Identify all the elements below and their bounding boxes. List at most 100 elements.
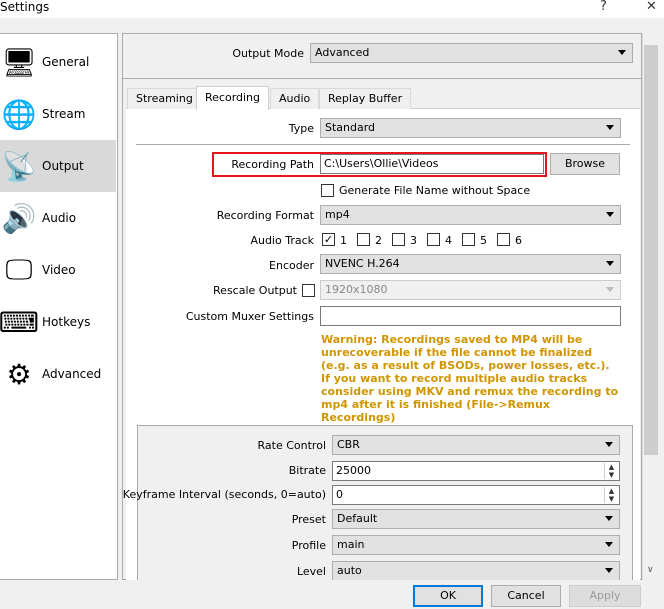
- output-mode-label: Output Mode: [232, 47, 304, 60]
- chevron-down-icon: [606, 212, 614, 217]
- chevron-down-icon: [606, 125, 614, 130]
- audio-track-number: 2: [375, 234, 382, 247]
- tab-recording[interactable]: Recording: [196, 86, 270, 110]
- bitrate-label: Bitrate: [288, 464, 326, 477]
- sidebar-item-output[interactable]: 📡 Output: [0, 140, 116, 192]
- gears-icon: ⚙: [6, 357, 32, 391]
- rate-control-label: Rate Control: [257, 439, 326, 452]
- keyframe-interval-input[interactable]: 0 ▲ ▼: [332, 485, 620, 505]
- tab-streaming[interactable]: Streaming: [127, 88, 202, 109]
- cancel-button[interactable]: Cancel: [491, 585, 561, 607]
- profile-value: main: [337, 538, 365, 551]
- rate-control-value: CBR: [337, 438, 360, 451]
- type-label: Type: [288, 122, 314, 135]
- generate-filename-checkbox[interactable]: [321, 184, 334, 197]
- recording-format-label: Recording Format: [216, 209, 314, 222]
- browse-button[interactable]: Browse: [550, 153, 620, 175]
- sidebar-item-video[interactable]: 🖵 Video: [0, 244, 116, 296]
- sidebar-item-label: Hotkeys: [42, 315, 91, 329]
- audio-track-5-checkbox[interactable]: [462, 233, 475, 246]
- level-select[interactable]: auto: [332, 561, 620, 581]
- audio-track-1-checkbox[interactable]: ✓: [322, 233, 335, 246]
- output-mode-select[interactable]: Advanced: [310, 43, 633, 63]
- audio-track-label: Audio Track: [250, 234, 314, 247]
- rate-control-select[interactable]: CBR: [332, 435, 620, 455]
- encoder-select[interactable]: NVENC H.264: [320, 254, 621, 274]
- sidebar-item-label: Advanced: [42, 367, 102, 381]
- audio-track-number: 5: [480, 234, 487, 247]
- audio-track-number: 6: [515, 234, 522, 247]
- globe-icon: 🌐: [1, 97, 37, 131]
- speaker-icon: 🔊: [1, 201, 37, 235]
- preset-select[interactable]: Default: [332, 509, 620, 529]
- title-bar: [0, 0, 664, 18]
- output-mode-value: Advanced: [315, 46, 370, 59]
- keyframe-value: 0: [336, 488, 343, 501]
- level-value: auto: [337, 564, 362, 577]
- encoder-label: Encoder: [269, 259, 314, 272]
- spinner-arrows-icon[interactable]: ▲ ▼: [604, 487, 618, 503]
- rescale-value: 1920x1080: [325, 283, 388, 296]
- sidebar-item-advanced[interactable]: ⚙ Advanced: [0, 348, 116, 400]
- audio-track-2-checkbox[interactable]: [357, 233, 370, 246]
- sidebar-item-label: Stream: [42, 107, 86, 121]
- rescale-output-checkbox[interactable]: [302, 284, 315, 297]
- audio-track-6-checkbox[interactable]: [497, 233, 510, 246]
- recording-format-value: mp4: [325, 208, 350, 221]
- encoder-value: NVENC H.264: [325, 257, 400, 270]
- monitor-icon: 🖵: [5, 253, 33, 286]
- sidebar-item-hotkeys[interactable]: ⌨ Hotkeys: [0, 296, 116, 348]
- divider: [123, 78, 641, 79]
- apply-button[interactable]: Apply: [569, 585, 641, 607]
- tab-replay-buffer[interactable]: Replay Buffer: [319, 88, 412, 109]
- type-value: Standard: [325, 121, 376, 134]
- type-select[interactable]: Standard: [320, 118, 621, 138]
- sidebar-item-label: Video: [42, 263, 76, 277]
- help-button[interactable]: ?: [600, 0, 607, 14]
- broadcast-icon: 📡: [1, 149, 37, 183]
- chevron-down-icon: [605, 442, 613, 447]
- keyboard-icon: ⌨: [0, 305, 40, 339]
- divider: [136, 144, 630, 145]
- spinner-arrows-icon[interactable]: ▲ ▼: [604, 463, 618, 479]
- sidebar-item-label: Audio: [42, 211, 77, 225]
- audio-track-3-checkbox[interactable]: [392, 233, 405, 246]
- bitrate-input[interactable]: 25000 ▲ ▼: [332, 461, 620, 481]
- sidebar-item-general[interactable]: 🖥 General: [0, 36, 116, 88]
- audio-track-4-checkbox[interactable]: [427, 233, 440, 246]
- audio-track-number: 4: [445, 234, 452, 247]
- profile-label: Profile: [291, 539, 326, 552]
- scroll-down-icon[interactable]: ∨: [647, 565, 654, 575]
- chevron-down-icon: [606, 261, 614, 266]
- bitrate-value: 25000: [336, 464, 371, 477]
- sidebar-item-audio[interactable]: 🔊 Audio: [0, 192, 116, 244]
- rescale-output-label: Rescale Output: [213, 284, 297, 297]
- chevron-down-icon: [618, 50, 626, 55]
- preset-label: Preset: [291, 513, 326, 526]
- level-label: Level: [296, 565, 326, 578]
- sidebar-item-label: General: [42, 55, 90, 69]
- audio-track-number: 1: [340, 234, 347, 247]
- chevron-down-icon: [606, 287, 614, 292]
- window-title: Settings: [0, 0, 50, 14]
- custom-muxer-input[interactable]: [320, 306, 621, 326]
- recording-format-select[interactable]: mp4: [320, 205, 621, 225]
- sidebar-item-stream[interactable]: 🌐 Stream: [0, 88, 116, 140]
- scrollbar-thumb[interactable]: [644, 45, 658, 455]
- recording-path-input[interactable]: C:\Users\Ollie\Videos: [320, 154, 544, 174]
- tab-audio[interactable]: Audio: [270, 88, 320, 109]
- sidebar: 🖥 General 🌐 Stream 📡 Output 🔊 Audio 🖵 Video ⌨…: [0, 33, 118, 580]
- mp4-warning: Warning: Recordings saved to MP4 will be…: [321, 333, 619, 424]
- close-button[interactable]: ✕: [646, 0, 657, 14]
- preset-value: Default: [337, 512, 378, 525]
- chevron-down-icon: [605, 516, 613, 521]
- footer: [0, 580, 664, 609]
- recording-path-label: Recording Path: [231, 158, 314, 171]
- audio-track-number: 3: [410, 234, 417, 247]
- general-icon: 🖥: [1, 45, 37, 79]
- profile-select[interactable]: main: [332, 535, 620, 555]
- sidebar-item-label: Output: [42, 159, 84, 173]
- chevron-down-icon: [605, 568, 613, 573]
- ok-button[interactable]: OK: [413, 585, 483, 607]
- custom-muxer-label: Custom Muxer Settings: [185, 310, 314, 323]
